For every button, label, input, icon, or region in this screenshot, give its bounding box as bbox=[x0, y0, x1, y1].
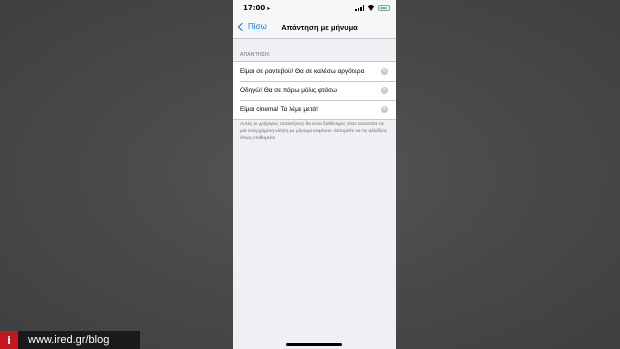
response-text: Οδηγώ! Θα σε πάρω μόλις φτάσω bbox=[240, 87, 337, 94]
wifi-icon bbox=[367, 5, 375, 11]
battery-icon bbox=[378, 5, 390, 11]
watermark-text: www.ired.gr/blog bbox=[18, 331, 140, 349]
clear-icon[interactable]: × bbox=[381, 68, 388, 75]
location-arrow-icon: ➤ bbox=[266, 6, 271, 12]
clear-icon[interactable]: × bbox=[381, 87, 388, 94]
home-indicator[interactable] bbox=[286, 343, 342, 346]
navigation-bar: Πίσω Απάντηση με μήνυμα bbox=[233, 16, 396, 39]
page-title: Απάντηση με μήνυμα bbox=[281, 23, 358, 32]
watermark: i www.ired.gr/blog bbox=[0, 331, 140, 349]
ired-logo: i bbox=[0, 331, 18, 349]
signal-icon bbox=[355, 5, 364, 11]
status-time: 17:00➤ bbox=[243, 4, 271, 12]
response-text: Είμαι σε ραντεβού! Θα σε καλέσω αργότερα bbox=[240, 68, 365, 75]
section-header: ΑΠΑΝΤΗΣΗ: bbox=[240, 52, 271, 58]
response-field-3[interactable]: Είμαι cinema! Τα λέμε μετά! × bbox=[233, 100, 396, 119]
status-bar: 17:00➤ bbox=[233, 0, 396, 16]
response-text: Είμαι cinema! Τα λέμε μετά! bbox=[240, 106, 318, 113]
response-field-1[interactable]: Είμαι σε ραντεβού! Θα σε καλέσω αργότερα… bbox=[233, 62, 396, 81]
section-footer: Αυτές οι γρήγορες απαντήσεις θα είναι δι… bbox=[240, 122, 388, 141]
responses-list: Είμαι σε ραντεβού! Θα σε καλέσω αργότερα… bbox=[233, 61, 396, 120]
clear-icon[interactable]: × bbox=[381, 106, 388, 113]
phone-screen: 17:00➤ Πίσω Απάντηση με μήνυμα ΑΠΑΝΤΗΣΗ:… bbox=[233, 0, 396, 349]
response-field-2[interactable]: Οδηγώ! Θα σε πάρω μόλις φτάσω × bbox=[233, 81, 396, 100]
status-icons bbox=[355, 5, 390, 11]
